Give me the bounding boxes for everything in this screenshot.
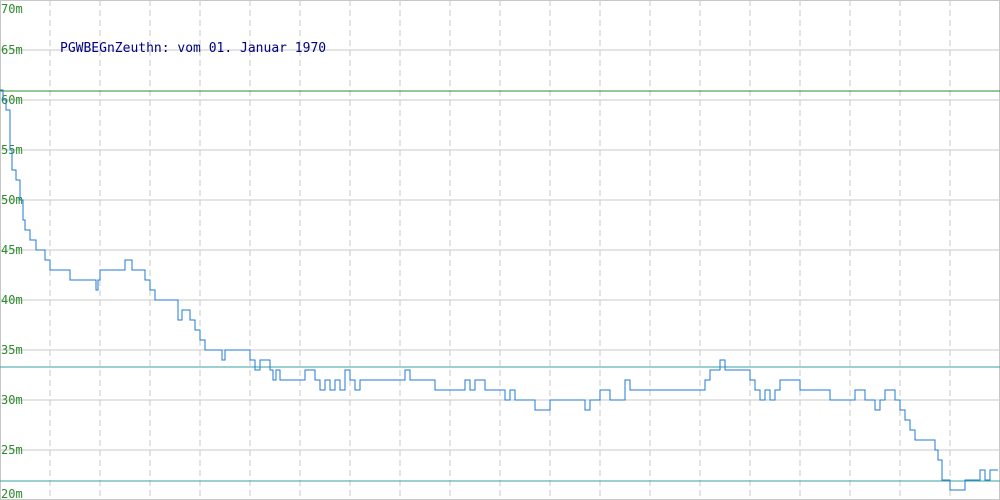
y-tick-label: 65m <box>1 43 23 57</box>
y-axis-tick-labels: 70m65m60m55m50m45m40m35m30m25m20m <box>1 2 23 500</box>
y-tick-label: 50m <box>1 193 23 207</box>
chart-container: 70m 65m 60m 55m 50m 45m 40m 35m 30m 25m 20m PGWBEG… <box>0 0 1000 500</box>
line-chart: 70m65m60m55m50m45m40m35m30m25m20m PGWBEG… <box>0 0 1000 500</box>
y-tick-label: 40m <box>1 293 23 307</box>
chart-title: PGWBEGnZeuthn: vom 01. Januar 1970 <box>60 41 326 56</box>
y-tick-label: 20m <box>1 487 23 500</box>
grid <box>0 0 1000 500</box>
y-tick-label: 25m <box>1 443 23 457</box>
y-tick-label: 70m <box>1 2 23 16</box>
y-tick-label: 30m <box>1 393 23 407</box>
y-tick-label: 45m <box>1 243 23 257</box>
y-tick-label: 35m <box>1 343 23 357</box>
